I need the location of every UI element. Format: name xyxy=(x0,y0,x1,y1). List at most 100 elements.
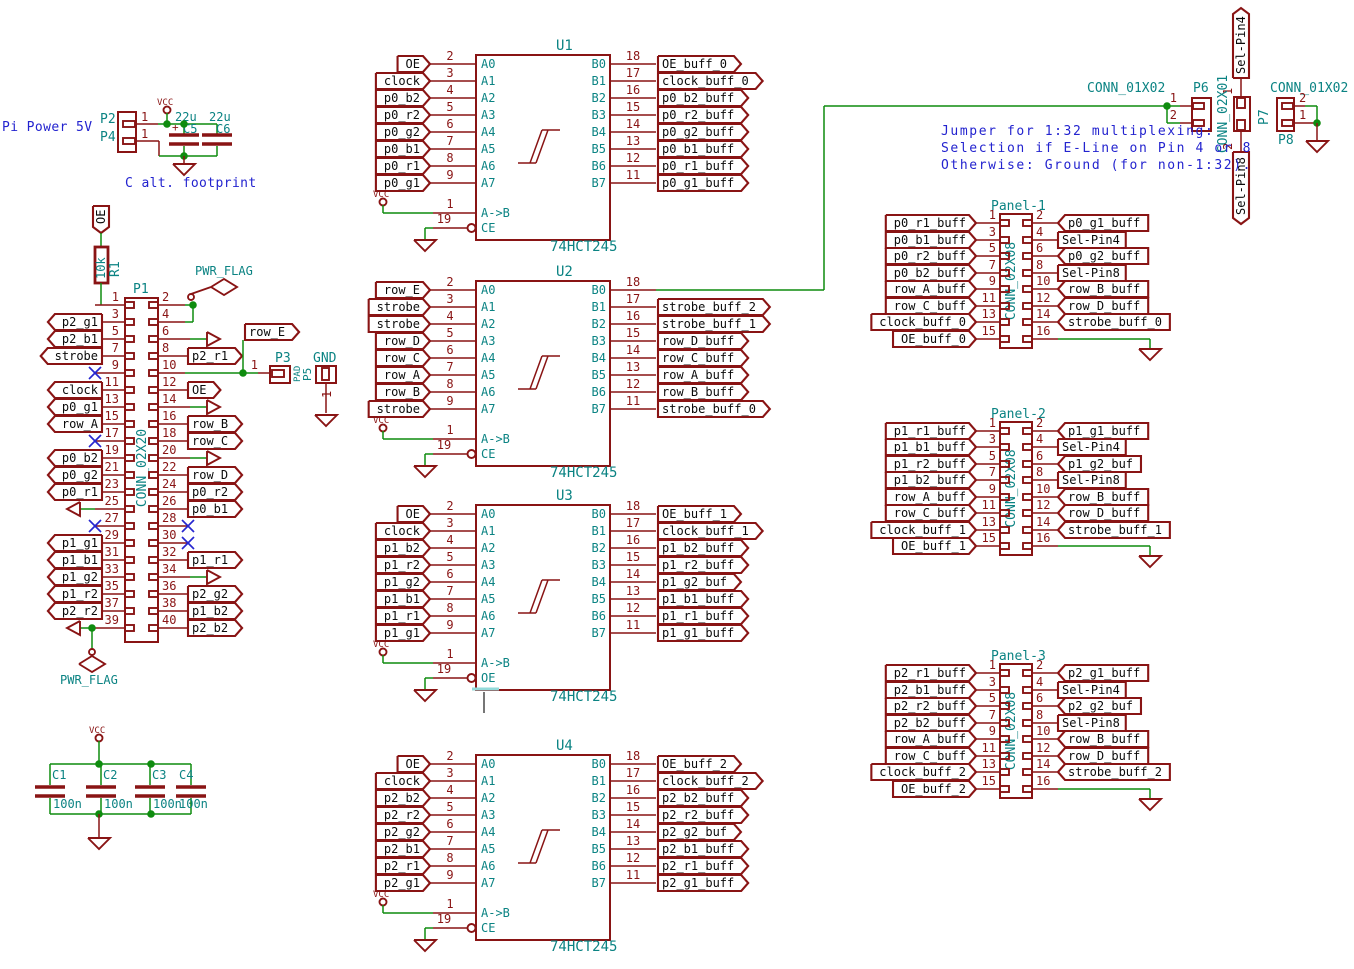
net-label[interactable]: p1_g2 xyxy=(384,575,420,589)
pin-notch[interactable] xyxy=(1000,687,1009,693)
net-label[interactable]: p2_g2 xyxy=(192,587,228,601)
ref-P2[interactable]: P2 xyxy=(100,112,116,127)
net-label[interactable]: row_C_buff xyxy=(894,749,966,763)
net-label[interactable]: p2_r1 xyxy=(192,349,228,363)
net-label[interactable]: p2_g1_buff xyxy=(662,876,734,890)
net-label[interactable]: p2_g1 xyxy=(384,876,420,890)
pin-notch[interactable] xyxy=(149,591,158,597)
pin-notch[interactable] xyxy=(1023,543,1032,549)
pin-notch[interactable] xyxy=(149,336,158,342)
net-label[interactable]: Sel-Pin8 xyxy=(1062,473,1120,487)
net-label[interactable]: OE xyxy=(192,383,206,397)
net-label[interactable]: p0_g1_buff xyxy=(1068,216,1140,230)
pin-notch[interactable] xyxy=(125,625,134,631)
pin-notch[interactable] xyxy=(123,138,135,144)
net-label[interactable]: OE xyxy=(94,210,108,224)
net-label[interactable]: row_E xyxy=(249,325,285,339)
net-label[interactable]: strobe_buff_0 xyxy=(1068,315,1162,329)
ref-P4[interactable]: P4 xyxy=(100,130,116,145)
pin-notch[interactable] xyxy=(1282,120,1293,126)
pin-notch[interactable] xyxy=(149,421,158,427)
net-label[interactable]: p0_b1_buff xyxy=(662,142,734,156)
pin-notch[interactable] xyxy=(125,608,134,614)
net-label[interactable]: p1_b2 xyxy=(384,541,420,555)
value-U3[interactable]: 74HCT245 xyxy=(550,689,617,705)
net-label[interactable]: Sel-Pin8 xyxy=(1062,716,1120,730)
pin-notch[interactable] xyxy=(1000,769,1009,775)
net-label[interactable]: OE xyxy=(406,57,420,71)
pin-notch[interactable] xyxy=(125,438,134,444)
value-C3[interactable]: 100n xyxy=(153,797,182,811)
net-label[interactable]: row_D xyxy=(192,468,228,482)
net-label[interactable]: p2_g1_buff xyxy=(1068,666,1140,680)
net-label[interactable]: p0_r1_buff xyxy=(662,159,734,173)
net-label[interactable]: Sel-Pin4 xyxy=(1234,16,1248,74)
net-label[interactable]: p1_r1_buff xyxy=(662,609,734,623)
value-C4[interactable]: 100n xyxy=(179,797,208,811)
net-label[interactable]: strobe_buff_2 xyxy=(1068,765,1162,779)
net-label[interactable]: p2_b2_buff xyxy=(894,716,966,730)
note-c-alt-footprint[interactable]: C alt. footprint xyxy=(125,176,257,191)
net-label[interactable]: OE_buff_0 xyxy=(901,332,966,346)
value-R1[interactable]: 10k xyxy=(94,257,108,279)
pad-P3-body[interactable] xyxy=(270,366,290,383)
pin-notch[interactable] xyxy=(149,404,158,410)
pin-notch[interactable] xyxy=(149,608,158,614)
net-label[interactable]: p2_b1 xyxy=(384,842,420,856)
net-label[interactable]: clock xyxy=(384,74,421,88)
net-label[interactable]: row_B xyxy=(384,385,420,399)
ref-P5[interactable]: P5 xyxy=(301,368,314,381)
net-label[interactable]: p0_b2 xyxy=(62,451,98,465)
ref-C2[interactable]: C2 xyxy=(103,768,117,782)
net-label[interactable]: clock_buff_1 xyxy=(879,523,966,537)
net-label[interactable]: p0_r2 xyxy=(384,108,420,122)
pin-notch[interactable] xyxy=(123,121,135,127)
pin-notch[interactable] xyxy=(1237,120,1245,130)
net-label[interactable]: row_A_buff xyxy=(894,732,966,746)
ref-P1[interactable]: P1 xyxy=(133,282,149,297)
net-label[interactable]: row_A xyxy=(384,368,421,382)
net-label[interactable]: strobe xyxy=(55,349,98,363)
pin-notch[interactable] xyxy=(1000,428,1009,434)
pin-notch[interactable] xyxy=(125,591,134,597)
pin-notch[interactable] xyxy=(125,489,134,495)
pin-notch[interactable] xyxy=(125,540,134,546)
ref-P3[interactable]: P3 xyxy=(275,351,291,366)
ref-U1[interactable]: U1 xyxy=(556,38,573,54)
ref-U4[interactable]: U4 xyxy=(556,738,573,754)
net-label[interactable]: row_A xyxy=(62,417,99,431)
pin-notch[interactable] xyxy=(1023,428,1032,434)
pin-notch[interactable] xyxy=(125,557,134,563)
net-label[interactable]: p1_r2_buff xyxy=(662,558,734,572)
pin-notch[interactable] xyxy=(149,319,158,325)
net-label[interactable]: clock_buff_2 xyxy=(662,774,749,788)
net-label[interactable]: clock_buff_1 xyxy=(662,524,749,538)
pin-notch[interactable] xyxy=(149,540,158,546)
net-label[interactable]: row_A_buff xyxy=(662,368,734,382)
net-label[interactable]: Sel-Pin4 xyxy=(1062,683,1120,697)
net-label[interactable]: row_D_buff xyxy=(1068,299,1140,313)
net-label[interactable]: row_C_buff xyxy=(662,351,734,365)
pin-notch[interactable] xyxy=(1000,527,1009,533)
ref-C3[interactable]: C3 xyxy=(152,768,166,782)
net-label[interactable]: p2_b1_buff xyxy=(894,683,966,697)
pin-notch[interactable] xyxy=(1023,753,1032,759)
net-label[interactable]: row_D_buff xyxy=(1068,506,1140,520)
net-label[interactable]: p1_g2_buf xyxy=(1068,457,1133,471)
pin-notch[interactable] xyxy=(1023,494,1032,500)
net-label[interactable]: p1_g2_buf xyxy=(662,575,727,589)
pin-notch[interactable] xyxy=(272,370,284,377)
pin-notch[interactable] xyxy=(149,455,158,461)
ref-U2[interactable]: U2 xyxy=(556,264,573,280)
net-label[interactable]: p0_g1_buff xyxy=(662,176,734,190)
net-label[interactable]: p1_r1 xyxy=(192,553,228,567)
net-label[interactable]: p2_r2_buff xyxy=(662,808,734,822)
pin-notch[interactable] xyxy=(149,438,158,444)
pin-notch[interactable] xyxy=(322,368,329,380)
pin-notch[interactable] xyxy=(1282,103,1293,109)
net-label[interactable]: p0_b1_buff xyxy=(894,233,966,247)
pin-notch[interactable] xyxy=(149,370,158,376)
pin-notch[interactable] xyxy=(1000,319,1009,325)
net-label[interactable]: p1_g1_buff xyxy=(662,626,734,640)
net-label[interactable]: p1_b2 xyxy=(192,604,228,618)
